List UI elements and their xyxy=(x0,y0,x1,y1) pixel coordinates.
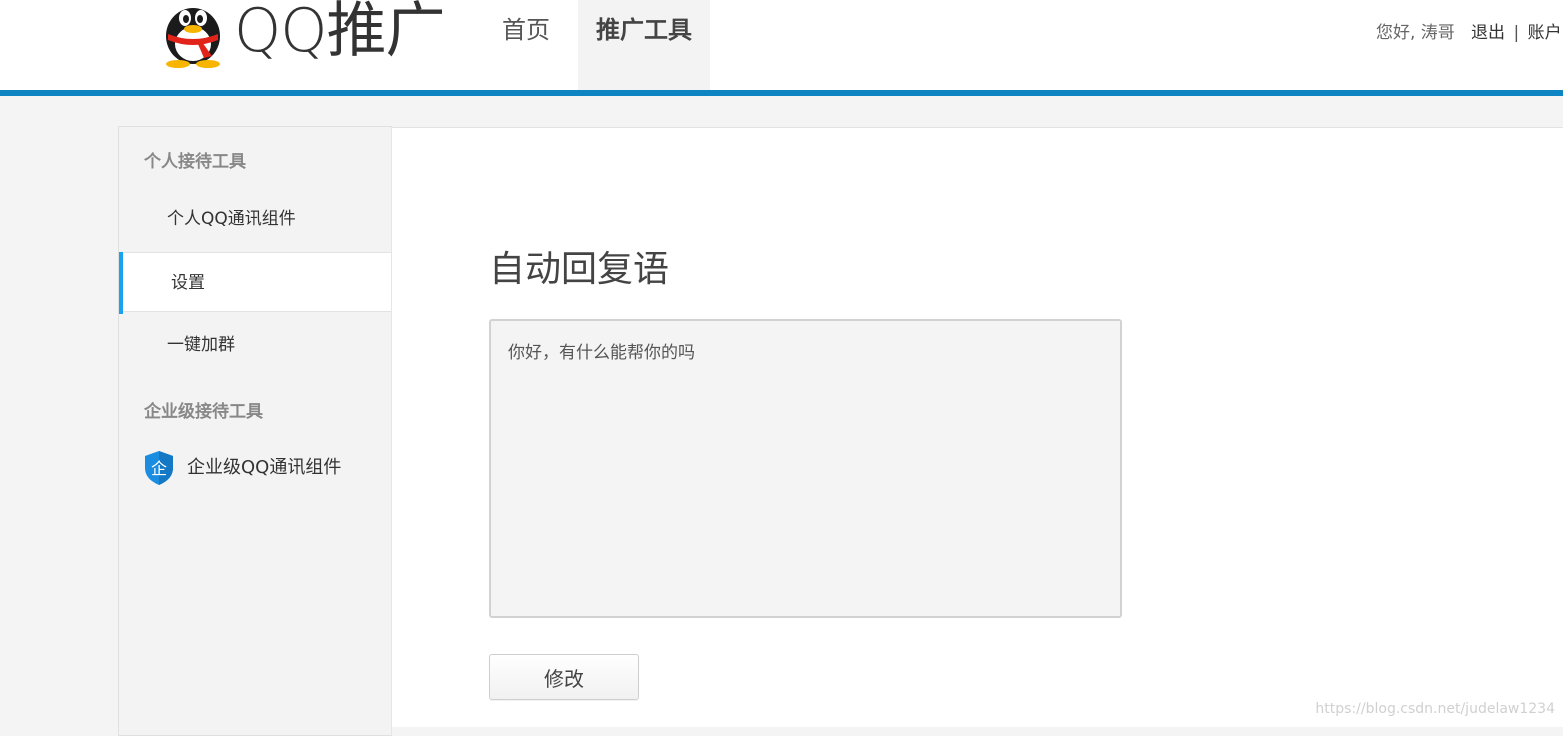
sidebar-group-personal: 个人接待工具 xyxy=(144,147,246,172)
user-area: 您好, 涛哥 退出 | 账户 xyxy=(1376,20,1562,46)
top-header: QQ推广 首页 推广工具 您好, 涛哥 退出 | 账户 xyxy=(0,0,1563,90)
qq-penguin-icon xyxy=(158,0,228,68)
sidebar-item-label: 企业级QQ通讯组件 xyxy=(187,438,341,498)
sidebar-group-enterprise: 企业级接待工具 xyxy=(144,397,263,422)
account-link[interactable]: 账户 xyxy=(1528,23,1562,43)
nav-home[interactable]: 首页 xyxy=(480,0,572,90)
main-nav: 首页 推广工具 xyxy=(480,0,710,90)
sidebar-item-one-click-join-group[interactable]: 一键加群 xyxy=(119,315,391,375)
sidebar-item-settings[interactable]: 设置 xyxy=(119,252,391,312)
qq-tuiguang-logo[interactable]: QQ推广 xyxy=(158,0,444,68)
sidebar-item-enterprise-qq-widget[interactable]: 企 企业级QQ通讯组件 xyxy=(119,438,391,498)
auto-reply-textarea[interactable]: 你好，有什么能帮你的吗 xyxy=(489,319,1122,618)
logo-text: QQ推广 xyxy=(234,0,444,68)
user-greeting: 您好, 涛哥 xyxy=(1376,23,1455,43)
user-separator: | xyxy=(1513,23,1519,43)
nav-promotion-tools[interactable]: 推广工具 xyxy=(578,0,710,90)
header-accent-bar xyxy=(0,90,1563,96)
main-content: 自动回复语 你好，有什么能帮你的吗 修改 xyxy=(392,127,1563,727)
modify-button[interactable]: 修改 xyxy=(489,654,639,700)
enterprise-shield-icon: 企 xyxy=(143,450,175,486)
page-title: 自动回复语 xyxy=(489,248,669,292)
logout-link[interactable]: 退出 xyxy=(1471,23,1505,43)
sidebar: 个人接待工具 个人QQ通讯组件 设置 一键加群 企业级接待工具 企 企业级QQ通… xyxy=(118,126,392,736)
watermark: https://blog.csdn.net/judelaw1234 xyxy=(1315,701,1555,717)
enterprise-badge-text: 企 xyxy=(151,459,167,478)
sidebar-item-personal-qq-widget[interactable]: 个人QQ通讯组件 xyxy=(119,189,391,249)
